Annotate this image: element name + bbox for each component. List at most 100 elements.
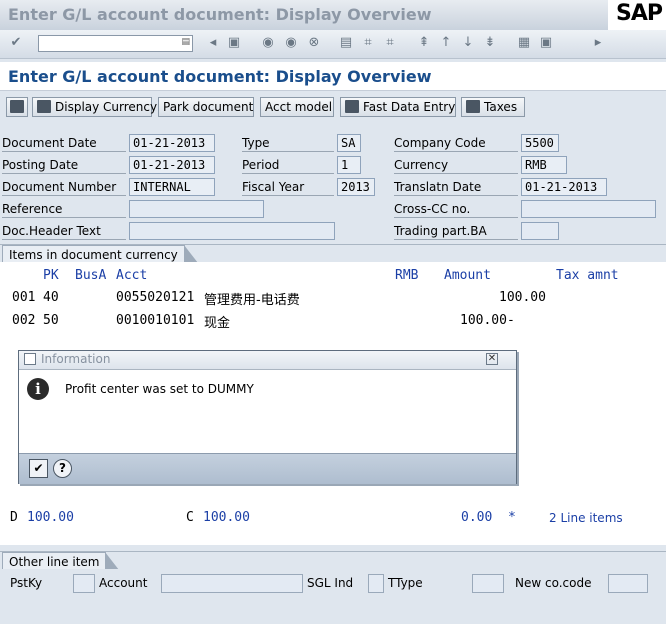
exit-icon[interactable]: ◉: [283, 35, 299, 51]
continue-button[interactable]: ✔: [29, 459, 48, 478]
row-pk: 40: [43, 290, 59, 305]
balance-total: 0.00: [461, 510, 493, 525]
back-arrow-icon[interactable]: ◂: [205, 35, 221, 51]
row-acct: 0010010101: [116, 313, 195, 328]
col-amount: Amount: [444, 268, 491, 283]
help-icon[interactable]: ▸: [590, 35, 606, 51]
period-label: Period: [242, 156, 334, 174]
display-currency-button[interactable]: Display Currency: [32, 97, 157, 117]
credit-total: 100.00: [203, 510, 250, 525]
items-tab-label: Items in document currency: [2, 245, 198, 263]
dialog-footer: ✔ ?: [19, 453, 516, 484]
last-page-icon[interactable]: ⇟: [482, 35, 498, 51]
type-label: Type: [242, 134, 334, 152]
screen-title-bar: Enter G/L account document: Display Over…: [0, 62, 666, 91]
help-icon: ?: [59, 461, 66, 475]
company-code-field[interactable]: 5500: [521, 134, 559, 152]
balance-marker: *: [508, 510, 516, 525]
reference-field[interactable]: [129, 200, 264, 218]
period-field[interactable]: 1: [337, 156, 361, 174]
row-acct: 0055020121: [116, 290, 195, 305]
ttype-label: TType: [388, 576, 423, 590]
dialog-window-icon: [24, 353, 36, 365]
command-field[interactable]: ▤: [38, 35, 193, 52]
posting-date-field[interactable]: 01-21-2013: [129, 156, 215, 174]
command-dropdown-icon[interactable]: ▤: [181, 37, 190, 47]
cross-cc-label: Cross-CC no.: [394, 200, 518, 218]
debit-total: 100.00: [27, 510, 74, 525]
application-toolbar: Display Currency Park document Acct mode…: [0, 92, 666, 122]
taxes-button[interactable]: Taxes: [461, 97, 525, 117]
trading-part-field[interactable]: [521, 222, 559, 240]
col-rmb: RMB: [395, 268, 419, 283]
checkmark-icon: ✔: [33, 461, 44, 475]
tree-on-button[interactable]: [6, 97, 28, 117]
document-date-field[interactable]: 01-21-2013: [129, 134, 215, 152]
company-code-label: Company Code: [394, 134, 518, 152]
window-title: Enter G/L account document: Display Over…: [8, 5, 432, 24]
previous-page-icon[interactable]: ↑: [438, 35, 454, 51]
fast-data-entry-button[interactable]: Fast Data Entry: [340, 97, 456, 117]
currency-label: Currency: [394, 156, 518, 174]
col-busa: BusA: [75, 268, 107, 283]
fiscal-year-field[interactable]: 2013: [337, 178, 375, 196]
sgl-ind-label: SGL Ind: [307, 576, 354, 590]
row-pk: 50: [43, 313, 59, 328]
document-number-label: Document Number: [2, 178, 126, 196]
info-icon: i: [27, 378, 49, 400]
park-document-button[interactable]: Park document: [158, 97, 254, 117]
page-title: Enter G/L account document: Display Over…: [8, 67, 432, 86]
dialog-message: Profit center was set to DUMMY: [65, 382, 254, 396]
help-button[interactable]: ?: [53, 459, 72, 478]
translatn-date-field[interactable]: 01-21-2013: [521, 178, 607, 196]
ttype-field[interactable]: [472, 574, 504, 593]
display-currency-label: Display Currency: [55, 100, 158, 114]
row-amount: 100.00: [499, 290, 546, 305]
currency-field[interactable]: RMB: [521, 156, 567, 174]
acct-model-label: Acct model: [265, 100, 333, 114]
edit-icon: [345, 100, 359, 113]
account-label: Account: [99, 576, 148, 590]
magnifier-icon: [10, 100, 24, 113]
currency-icon: [37, 100, 51, 113]
next-page-icon[interactable]: ↓: [460, 35, 476, 51]
posting-date-label: Posting Date: [2, 156, 126, 174]
close-icon[interactable]: ✕: [486, 353, 498, 365]
doc-header-text-field[interactable]: [129, 222, 335, 240]
first-page-icon[interactable]: ⇞: [416, 35, 432, 51]
cross-cc-field[interactable]: [521, 200, 656, 218]
row-text: 现金: [204, 316, 231, 331]
print-icon[interactable]: ▤: [338, 35, 354, 51]
enter-icon[interactable]: ✔: [8, 35, 24, 51]
doc-header-text-label: Doc.Header Text: [2, 222, 126, 240]
cancel-icon[interactable]: ⊗: [306, 35, 322, 51]
info-icon: [466, 100, 480, 113]
fast-data-entry-label: Fast Data Entry: [363, 100, 456, 114]
fiscal-year-label: Fiscal Year: [242, 178, 334, 196]
shortcut-icon[interactable]: ▣: [538, 35, 554, 51]
translatn-date-label: Translatn Date: [394, 178, 518, 196]
type-field[interactable]: SA: [337, 134, 361, 152]
pstky-field[interactable]: [73, 574, 95, 593]
find-icon[interactable]: ⌗: [360, 35, 376, 51]
save-icon[interactable]: ▣: [226, 35, 242, 51]
col-pk: PK: [43, 268, 59, 283]
sap-logo-text: SAP: [616, 1, 663, 26]
window-title-bar: Enter G/L account document: Display Over…: [0, 0, 666, 30]
trading-part-label: Trading part.BA: [394, 222, 518, 240]
acct-model-button[interactable]: Acct model: [260, 97, 334, 117]
col-acct: Acct: [116, 268, 148, 283]
new-co-code-field[interactable]: [608, 574, 648, 593]
other-line-item-fields: PstKy Account SGL Ind TType New co.code: [0, 569, 666, 624]
sgl-ind-field[interactable]: [368, 574, 384, 593]
find-next-icon[interactable]: ⌗: [382, 35, 398, 51]
account-field[interactable]: [161, 574, 303, 593]
other-line-item-section: Other line item PstKy Account SGL Ind TT…: [0, 551, 666, 624]
document-date-label: Document Date: [2, 134, 126, 152]
credit-label: C: [186, 510, 194, 525]
row-number: 001: [12, 290, 36, 305]
back-icon[interactable]: ◉: [260, 35, 276, 51]
create-session-icon[interactable]: ▦: [516, 35, 532, 51]
document-number-field[interactable]: INTERNAL: [129, 178, 215, 196]
new-co-code-label: New co.code: [515, 576, 592, 590]
